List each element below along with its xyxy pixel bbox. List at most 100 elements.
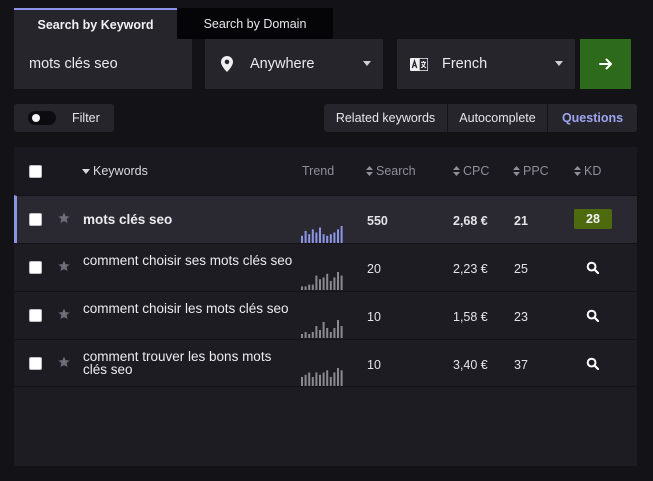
column-trend-label: Trend (302, 164, 335, 178)
trend-bar (311, 332, 314, 338)
trend-sparkline (301, 320, 343, 338)
select-all-checkbox[interactable] (29, 165, 42, 178)
language-value: French (442, 56, 488, 72)
magnifier-icon[interactable] (586, 357, 600, 371)
cpc-value: 3,40 € (453, 358, 488, 372)
tab-search-by-domain[interactable]: Search by Domain (177, 8, 333, 39)
trend-bar (311, 377, 314, 386)
trend-bar (308, 372, 311, 386)
keyword-text[interactable]: comment choisir ses mots clés seo (83, 254, 293, 268)
map-pin-icon (217, 54, 237, 74)
chevron-down-icon (363, 61, 371, 66)
trend-bar (308, 334, 311, 338)
column-kd[interactable]: KD (574, 164, 601, 178)
star-icon[interactable] (58, 356, 70, 368)
column-search-label: Search (376, 164, 416, 178)
translate-icon (409, 54, 429, 74)
toggle-knob (32, 114, 40, 122)
table-row[interactable]: mots clés seo 550 2,68 € 21 28 (14, 195, 637, 244)
keyword-text[interactable]: comment choisir les mots clés seo (83, 302, 293, 316)
row-checkbox[interactable] (29, 357, 42, 370)
trend-bar (301, 286, 303, 290)
trend-bar (340, 326, 343, 338)
trend-bar (340, 370, 343, 386)
filter-label: Filter (72, 111, 100, 125)
trend-bar (337, 320, 339, 338)
trend-bar (311, 284, 314, 290)
sort-icon (574, 166, 581, 176)
toggle-switch[interactable] (28, 111, 56, 125)
star-icon[interactable] (58, 260, 70, 272)
kd-badge: 28 (574, 209, 612, 229)
trend-bar (322, 277, 325, 290)
trend-bar (333, 277, 336, 290)
keyword-input[interactable] (14, 39, 192, 89)
keyword-text[interactable]: mots clés seo (83, 213, 293, 227)
trend-bar (333, 328, 336, 338)
column-trend: Trend (302, 164, 334, 178)
column-search[interactable]: Search (366, 164, 416, 178)
trend-bar (315, 275, 318, 290)
ppc-value: 23 (514, 310, 528, 324)
sort-icon (513, 166, 520, 176)
search-volume: 10 (367, 310, 381, 324)
table-row[interactable]: comment trouver les bons mots clés seo 1… (14, 339, 637, 387)
search-volume: 10 (367, 358, 381, 372)
segment-autocomplete[interactable]: Autocomplete (448, 104, 548, 132)
search-bar: Anywhere French (14, 39, 637, 89)
trend-bar (329, 377, 332, 386)
cpc-value: 2,23 € (453, 262, 488, 276)
trend-bar (340, 275, 343, 290)
cpc-value: 2,68 € (453, 214, 488, 228)
sort-icon (453, 166, 460, 176)
trend-bar (329, 281, 332, 290)
column-ppc[interactable]: PPC (513, 164, 549, 178)
location-select[interactable]: Anywhere (205, 39, 383, 89)
trend-bar (315, 372, 318, 386)
trend-bar (319, 279, 321, 290)
language-select[interactable]: French (397, 39, 575, 89)
trend-bar (322, 372, 325, 386)
result-type-segments: Related keywords Autocomplete Questions (324, 104, 637, 132)
trend-bar (308, 284, 311, 290)
location-value: Anywhere (250, 56, 315, 72)
trend-bar (301, 377, 303, 386)
tab-search-by-keyword[interactable]: Search by Keyword (14, 8, 177, 39)
segment-related-keywords[interactable]: Related keywords (324, 104, 448, 132)
ppc-value: 21 (514, 214, 528, 228)
star-icon[interactable] (58, 308, 70, 320)
trend-bar (326, 273, 329, 290)
keyword-text[interactable]: comment trouver les bons mots clés seo (83, 350, 293, 377)
column-keywords-label: Keywords (93, 164, 148, 178)
table-row[interactable]: comment choisir ses mots clés seo 20 2,2… (14, 243, 637, 291)
trend-bar (337, 272, 339, 290)
search-submit-button[interactable] (580, 39, 631, 89)
segment-questions[interactable]: Questions (548, 104, 637, 132)
trend-bar (326, 370, 329, 386)
row-checkbox[interactable] (29, 261, 42, 274)
trend-bar (304, 286, 307, 290)
column-cpc-label: CPC (463, 164, 490, 178)
ppc-value: 25 (514, 262, 528, 276)
column-cpc[interactable]: CPC (453, 164, 489, 178)
cpc-value: 1,58 € (453, 310, 488, 324)
table-row[interactable]: comment choisir les mots clés seo 10 1,5… (14, 291, 637, 339)
magnifier-icon[interactable] (586, 261, 600, 275)
row-checkbox[interactable] (29, 309, 42, 322)
star-icon[interactable] (58, 212, 70, 224)
trend-bar (322, 322, 325, 338)
trend-bar (340, 226, 343, 244)
trend-bar (319, 227, 321, 244)
column-keywords[interactable]: Keywords (82, 164, 148, 178)
trend-bar (319, 374, 321, 386)
magnifier-icon[interactable] (586, 309, 600, 323)
search-volume: 20 (367, 262, 381, 276)
trend-sparkline (301, 272, 343, 290)
sort-desc-icon (82, 168, 90, 174)
sort-icon (366, 166, 373, 176)
search-volume: 550 (367, 214, 388, 228)
row-checkbox[interactable] (29, 213, 42, 226)
filter-toggle[interactable]: Filter (14, 104, 114, 132)
chevron-down-icon (555, 61, 563, 66)
trend-bar (311, 229, 314, 244)
